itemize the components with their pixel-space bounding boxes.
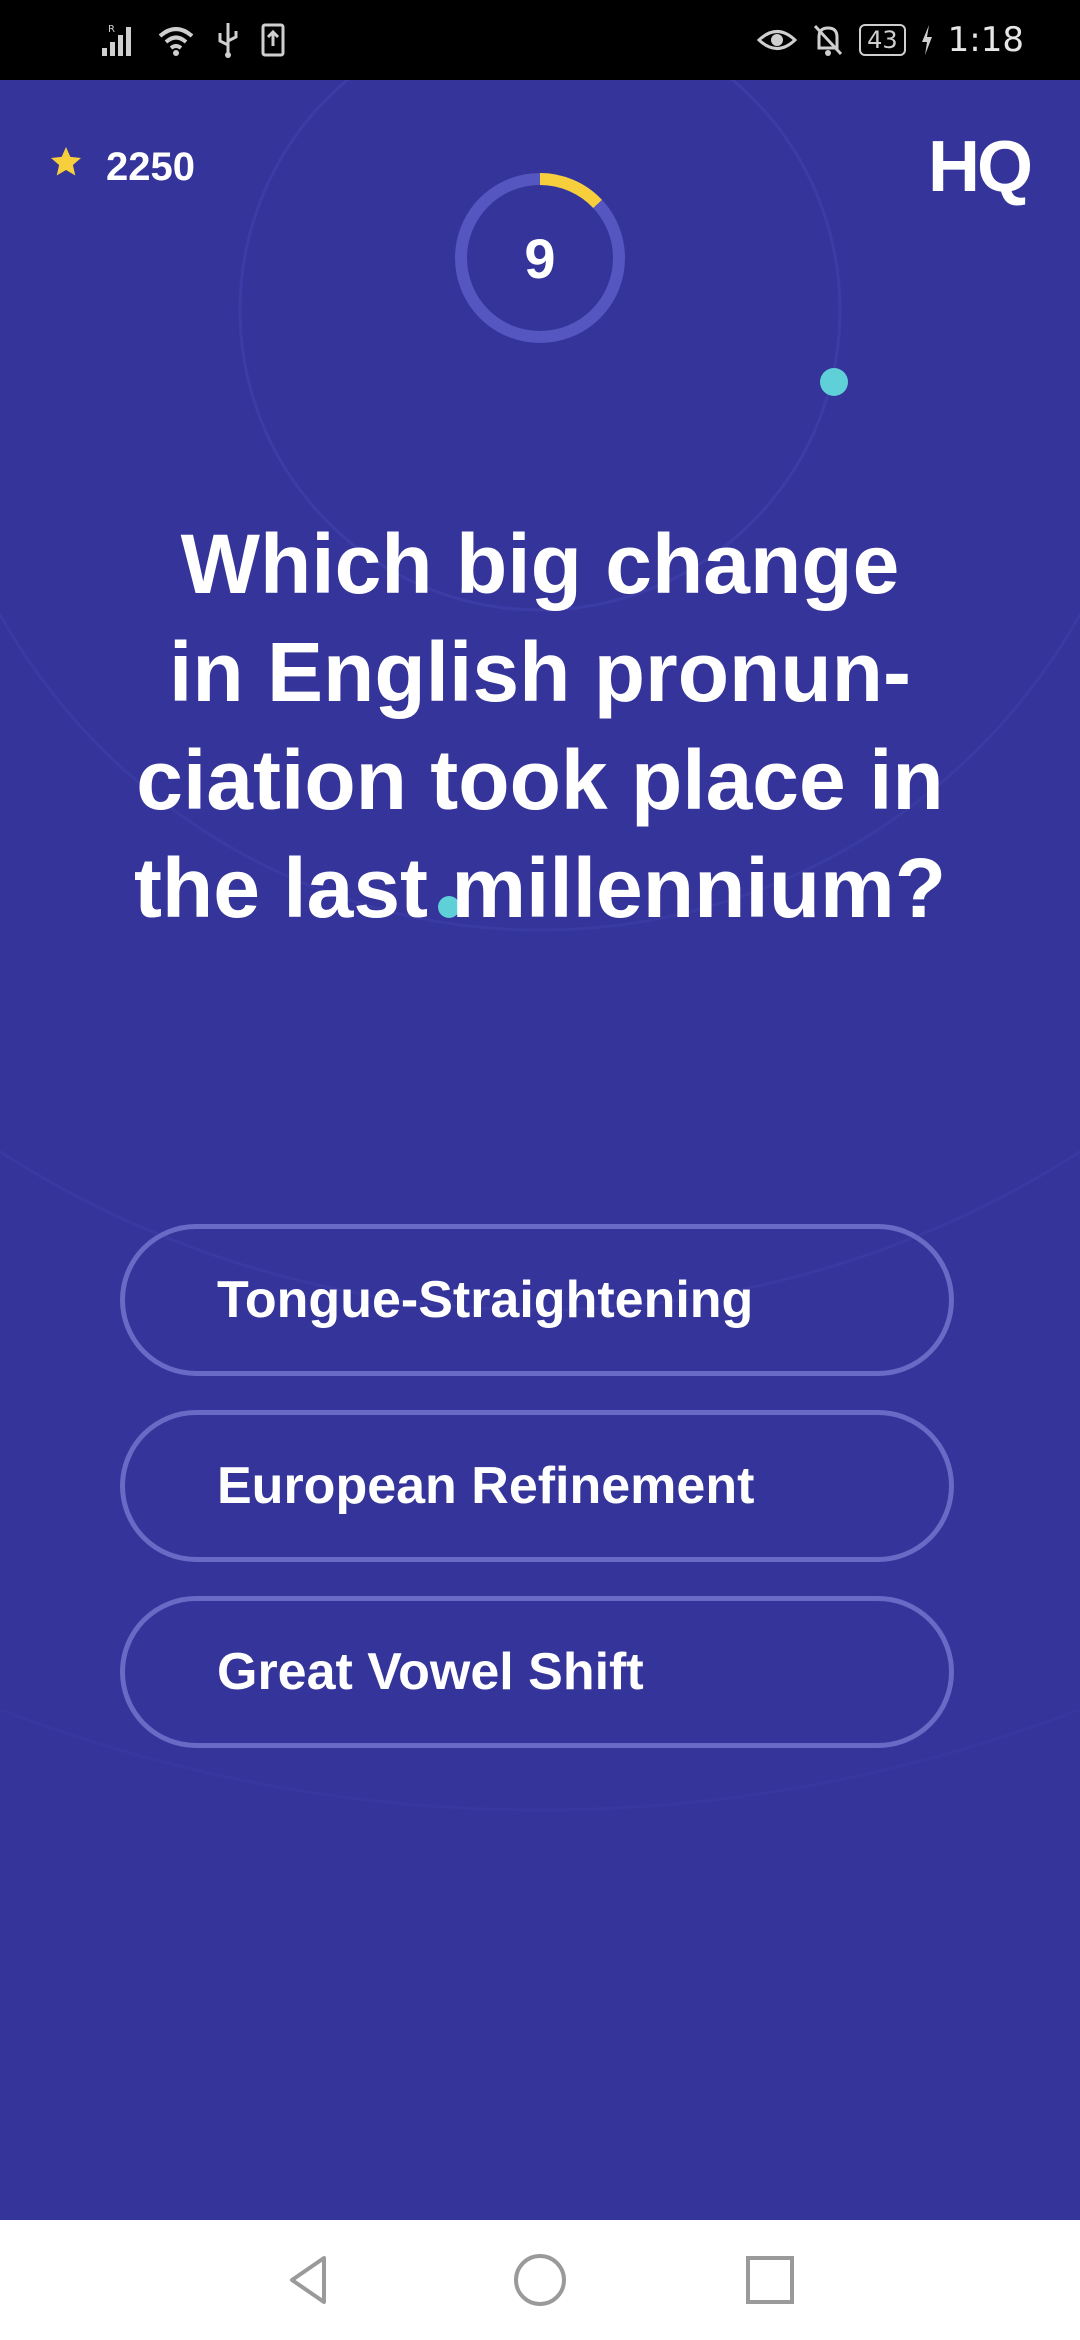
game-screen: 2250 HQ 9 Which big change in English pr…	[0, 80, 1080, 2220]
mute-bell-icon	[811, 22, 845, 58]
answer-option-3[interactable]: Great Vowel Shift	[120, 1596, 954, 1748]
download-icon	[260, 22, 286, 58]
hq-logo: HQ	[928, 127, 1033, 207]
status-right-icons: 43 1:18	[757, 18, 1024, 62]
decorative-dot	[820, 368, 848, 396]
signal-icon: R	[100, 22, 138, 58]
question-line: in English pronun-	[169, 625, 911, 719]
timer-value: 9	[524, 226, 556, 290]
answer-option-2[interactable]: European Refinement	[120, 1410, 954, 1562]
battery-icon: 43	[859, 24, 906, 56]
answer-option-1[interactable]: Tongue-Straightening	[120, 1224, 954, 1376]
question-line: ciation took place in	[136, 733, 944, 827]
status-left-icons: R	[100, 18, 286, 62]
answer-label: Tongue-Straightening	[217, 1271, 754, 1329]
back-icon[interactable]	[280, 2250, 340, 2310]
star-icon	[48, 144, 84, 190]
answer-label: Great Vowel Shift	[217, 1643, 644, 1701]
question-line: Which big change	[180, 517, 900, 611]
status-time: 1:18	[947, 20, 1024, 60]
wifi-icon	[156, 22, 196, 58]
countdown-timer: 9	[452, 170, 628, 346]
question-line: the last millennium?	[133, 841, 947, 935]
svg-text:R: R	[108, 24, 115, 35]
question-text: Which big change in English pronun- ciat…	[90, 510, 990, 942]
recents-icon[interactable]	[740, 2250, 800, 2310]
background-rings	[0, 80, 1080, 1812]
answer-label: European Refinement	[217, 1457, 755, 1515]
charging-icon	[920, 24, 934, 56]
status-bar: R 43 1:18	[0, 0, 1080, 80]
eye-icon	[757, 25, 798, 55]
system-nav-bar	[0, 2220, 1080, 2340]
home-icon[interactable]	[510, 2250, 570, 2310]
score-value: 2250	[106, 144, 195, 189]
score-display: 2250	[48, 144, 195, 190]
usb-icon	[214, 21, 242, 59]
